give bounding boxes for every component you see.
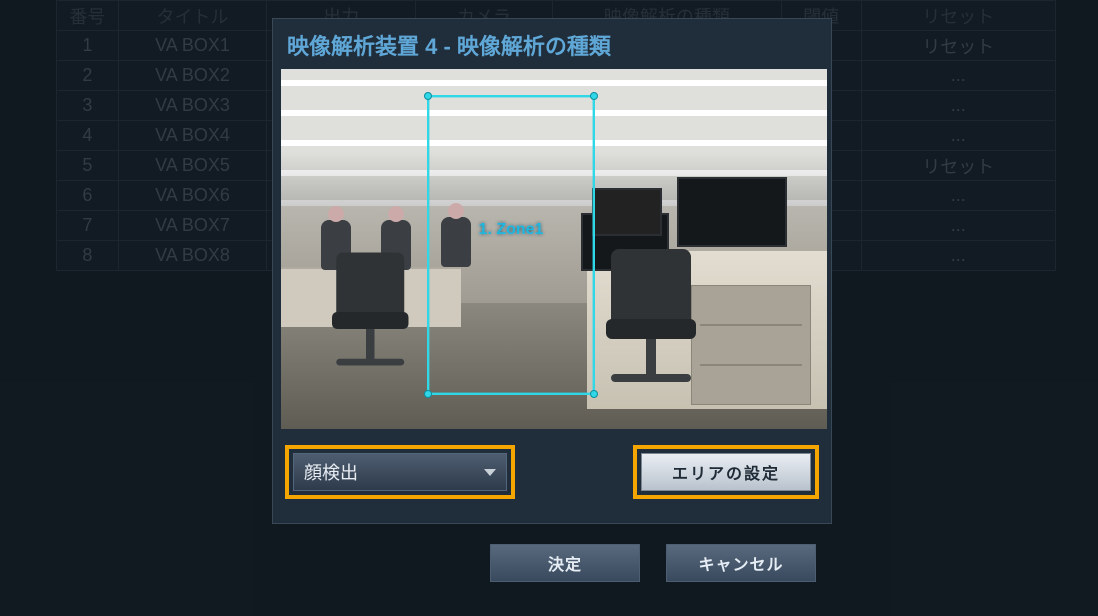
dropdown-value: 顔検出 xyxy=(304,459,358,485)
cancel-button[interactable]: キャンセル xyxy=(666,544,816,582)
zone-label: 1. Zone1 xyxy=(479,221,544,239)
analysis-type-dialog: 映像解析装置 4 - 映像解析の種類 1. Zone1 顔検出 xyxy=(272,18,832,524)
chevron-down-icon xyxy=(484,469,496,476)
dialog-title: 映像解析装置 4 - 映像解析の種類 xyxy=(281,27,823,69)
camera-preview[interactable]: 1. Zone1 xyxy=(281,69,827,429)
ok-button[interactable]: 決定 xyxy=(490,544,640,582)
preview-person xyxy=(441,217,471,267)
preview-monitor xyxy=(677,177,787,247)
preview-monitor xyxy=(592,188,662,236)
preview-chair xyxy=(319,252,413,371)
dropdown-highlight: 顔検出 xyxy=(285,445,515,499)
analysis-type-dropdown[interactable]: 顔検出 xyxy=(293,453,507,491)
preview-cabinet xyxy=(691,285,811,405)
area-button-highlight: エリアの設定 xyxy=(633,445,819,499)
preview-chair xyxy=(591,249,701,389)
area-settings-button[interactable]: エリアの設定 xyxy=(641,453,811,491)
